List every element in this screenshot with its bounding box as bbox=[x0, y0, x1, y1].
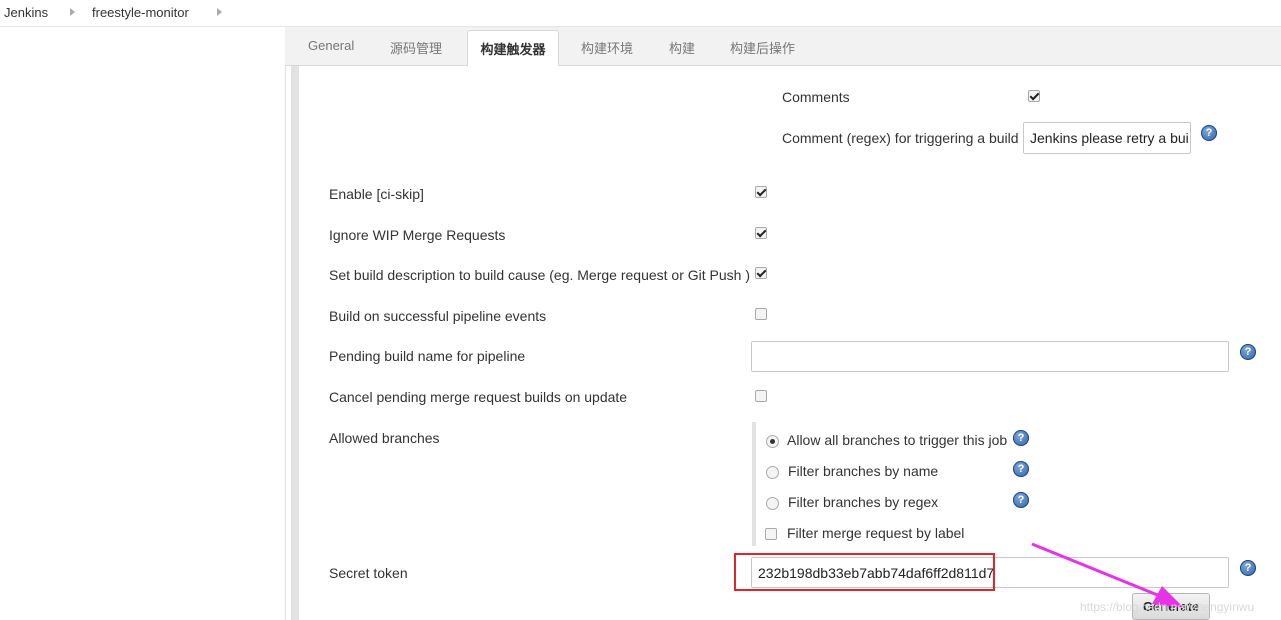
tab-build-triggers[interactable]: 构建触发器 bbox=[467, 30, 559, 67]
chevron-right-icon[interactable] bbox=[217, 8, 222, 16]
allowed-branches-label: Allowed branches bbox=[329, 430, 440, 446]
breadcrumb-jenkins[interactable]: Jenkins bbox=[4, 5, 48, 20]
ci-skip-label: Enable [ci-skip] bbox=[329, 186, 424, 202]
branch-option-regex-label[interactable]: Filter branches by regex bbox=[788, 494, 938, 510]
branch-option-name-label[interactable]: Filter branches by name bbox=[788, 463, 938, 479]
filter-label-checkbox[interactable] bbox=[765, 528, 777, 540]
build-description-checkbox[interactable] bbox=[755, 267, 767, 279]
ignore-wip-checkbox[interactable] bbox=[755, 227, 767, 239]
branch-option-all-label[interactable]: Allow all branches to trigger this job bbox=[787, 432, 1007, 448]
pipeline-events-label: Build on successful pipeline events bbox=[329, 308, 547, 324]
filter-label-label: Filter merge request by label bbox=[787, 525, 965, 541]
ci-skip-checkbox[interactable] bbox=[755, 186, 767, 198]
secret-token-label: Secret token bbox=[329, 565, 408, 581]
ignore-wip-label: Ignore WIP Merge Requests bbox=[329, 227, 506, 243]
tab-general[interactable]: General bbox=[308, 38, 354, 53]
tab-build-environment[interactable]: 构建环境 bbox=[581, 38, 633, 57]
token-highlight-box bbox=[734, 553, 995, 591]
comment-regex-label: Comment (regex) for triggering a build bbox=[782, 130, 1019, 146]
tab-post-build[interactable]: 构建后操作 bbox=[730, 38, 795, 57]
cancel-pending-label: Cancel pending merge request builds on u… bbox=[329, 389, 628, 405]
comments-label: Comments bbox=[782, 89, 850, 105]
pending-build-name-input[interactable] bbox=[751, 341, 1229, 372]
tab-build[interactable]: 构建 bbox=[669, 38, 695, 57]
help-icon[interactable]: ? bbox=[1013, 461, 1029, 477]
breadcrumb-job[interactable]: freestyle-monitor bbox=[92, 5, 189, 20]
branch-radio-name[interactable] bbox=[766, 466, 779, 479]
chevron-right-icon[interactable] bbox=[70, 8, 75, 16]
branch-radio-all[interactable] bbox=[766, 435, 779, 448]
side-panel bbox=[0, 27, 286, 620]
cancel-pending-checkbox[interactable] bbox=[755, 390, 767, 402]
help-icon[interactable]: ? bbox=[1240, 344, 1256, 360]
help-icon[interactable]: ? bbox=[1201, 125, 1217, 141]
pipeline-events-checkbox[interactable] bbox=[755, 308, 767, 320]
branch-radio-regex[interactable] bbox=[766, 497, 779, 510]
pending-build-name-label: Pending build name for pipeline bbox=[329, 348, 526, 364]
breadcrumb: Jenkins freestyle-monitor bbox=[0, 0, 1281, 27]
tab-scm[interactable]: 源码管理 bbox=[390, 38, 442, 57]
comment-regex-input[interactable]: Jenkins please retry a bui bbox=[1023, 122, 1191, 154]
branch-options-indent-bar bbox=[752, 422, 756, 546]
build-description-label: Set build description to build cause (eg… bbox=[329, 267, 750, 283]
help-icon[interactable]: ? bbox=[1240, 560, 1256, 576]
section-indent-bar bbox=[291, 66, 299, 620]
watermark: https://blog.csdn.net/zhengyinwu bbox=[1080, 600, 1255, 614]
help-icon[interactable]: ? bbox=[1013, 430, 1029, 446]
comments-checkbox[interactable] bbox=[1028, 90, 1040, 102]
help-icon[interactable]: ? bbox=[1013, 492, 1029, 508]
